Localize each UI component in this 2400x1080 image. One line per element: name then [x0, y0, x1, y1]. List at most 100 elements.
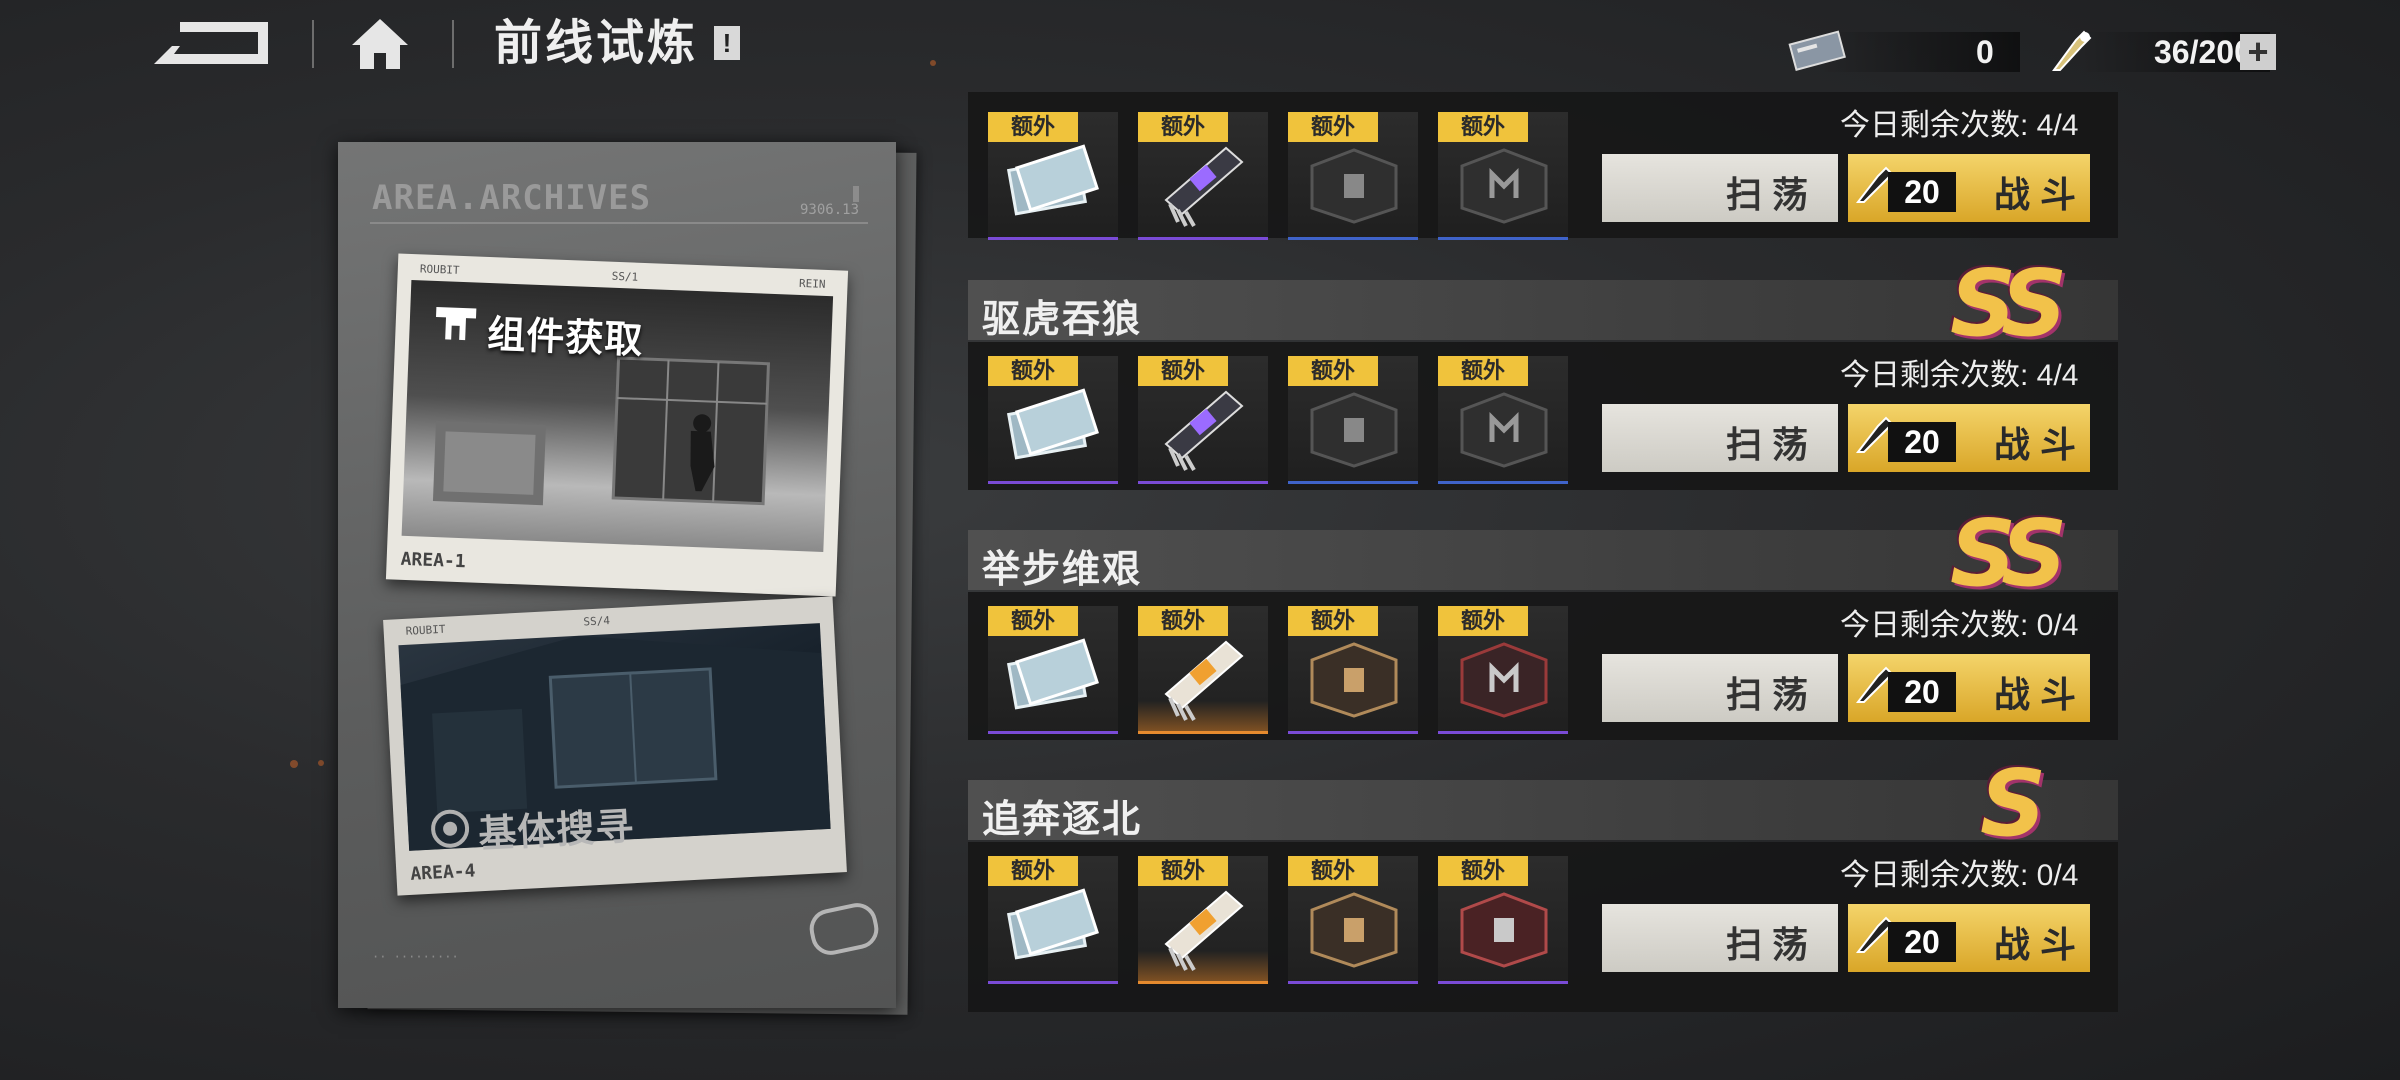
stamina-cost: 20	[1888, 672, 1956, 712]
extra-tag: 额外	[988, 356, 1078, 386]
extra-tag: 额外	[1438, 356, 1528, 386]
reward-item[interactable]: 额外	[988, 356, 1118, 484]
card-area-code: AREA-1	[400, 548, 467, 573]
rarity-bar	[1288, 981, 1418, 984]
stamina-resource: 36/200	[2040, 24, 2270, 80]
ticket-resource: 0	[1780, 24, 2040, 80]
remaining-attempts: 今日剩余次数: 0/4	[1840, 859, 2079, 892]
rarity-bar	[1138, 237, 1268, 240]
reward-item[interactable]: 额外	[1138, 606, 1268, 734]
folder-code-tag	[853, 186, 860, 202]
extra-tag: 额外	[1138, 356, 1228, 386]
rarity-bar	[988, 481, 1118, 484]
rank-badge: S	[1980, 750, 2046, 857]
folder-footer-text: ·· ·········	[372, 950, 459, 964]
card-area-code: AREA-4	[409, 860, 476, 885]
home-icon[interactable]	[350, 15, 410, 73]
extra-tag: 额外	[1438, 112, 1528, 142]
data-cards-icon	[1006, 388, 1099, 460]
add-stamina-button[interactable]: +	[2240, 34, 2276, 70]
red-crate-icon	[1460, 892, 1548, 968]
card-corner-text: SS/1	[611, 269, 639, 284]
reward-item[interactable]: 额外	[1138, 112, 1268, 240]
sweep-label: 扫荡	[1725, 674, 1818, 715]
reward-item[interactable]: 额外	[1138, 356, 1268, 484]
card-corner-text: ROUBIT	[419, 262, 460, 277]
rarity-bar	[1288, 731, 1418, 734]
top-bar: 前线试炼 ! 0 36/200 +	[0, 0, 2400, 90]
extra-tag: 额外	[1138, 606, 1228, 636]
ticket-icon	[1788, 30, 1846, 71]
sweep-button[interactable]: 扫荡	[1602, 904, 1838, 972]
rarity-bar	[1438, 731, 1568, 734]
rarity-bar	[1288, 237, 1418, 240]
card-label: 组件获取	[486, 313, 645, 362]
matrix-search-card[interactable]: ROUBIT SS/4 基体搜寻 AREA-4	[383, 596, 847, 896]
rarity-bar	[1288, 481, 1418, 484]
folder-code: 9306.13	[800, 186, 860, 218]
reward-item[interactable]: 额外	[1438, 112, 1568, 240]
extra-tag: 额外	[1138, 856, 1228, 886]
sweep-button[interactable]: 扫荡	[1602, 154, 1838, 222]
rank-badge: SS	[1950, 250, 2067, 357]
target-scan-icon	[431, 809, 470, 848]
reward-item[interactable]: 额外	[988, 606, 1118, 734]
ember-particle	[290, 760, 298, 768]
rarity-bar	[988, 731, 1118, 734]
rarity-bar	[988, 981, 1118, 984]
black-crate-m-icon	[1460, 392, 1548, 468]
fight-button[interactable]: 20 战斗	[1848, 904, 2090, 972]
ticket-count: 0	[1976, 34, 1994, 70]
remaining-attempts: 今日剩余次数: 4/4	[1840, 359, 2079, 392]
ember-particle	[318, 760, 324, 766]
card-corner-text: REIN	[798, 276, 826, 291]
reward-item[interactable]: 额外	[988, 856, 1118, 984]
stamina-cost: 20	[1888, 922, 1956, 962]
page-title: 前线试炼	[494, 17, 699, 70]
info-button[interactable]: !	[714, 26, 740, 60]
rarity-bar	[1138, 981, 1268, 984]
reward-item[interactable]: 额外	[988, 112, 1118, 240]
remaining-attempts: 今日剩余次数: 4/4	[1840, 109, 2079, 142]
fight-button[interactable]: 20 战斗	[1848, 154, 2090, 222]
sweep-button[interactable]: 扫荡	[1602, 654, 1838, 722]
data-cards-icon	[1006, 888, 1099, 960]
data-cards-icon	[1006, 144, 1099, 216]
reward-item[interactable]: 额外	[1138, 856, 1268, 984]
fight-label: 战斗	[1994, 174, 2087, 215]
card-label: 基体搜寻	[477, 806, 636, 857]
divider	[452, 20, 454, 68]
sweep-button[interactable]: 扫荡	[1602, 404, 1838, 472]
reward-item[interactable]: 额外	[1288, 606, 1418, 734]
reward-item[interactable]: 额外	[1438, 356, 1568, 484]
remaining-attempts: 今日剩余次数: 0/4	[1840, 609, 2079, 642]
reward-item[interactable]: 额外	[1438, 606, 1568, 734]
back-arrow-icon[interactable]	[150, 18, 275, 68]
reward-item[interactable]: 额外	[1288, 112, 1418, 240]
extra-tag: 额外	[1288, 112, 1378, 142]
extra-tag: 额外	[988, 856, 1078, 886]
extra-tag: 额外	[988, 606, 1078, 636]
orange-chip-icon	[1164, 890, 1244, 971]
extra-tag: 额外	[1288, 856, 1378, 886]
folder-divider	[370, 222, 868, 224]
stage-title-bar: 举步维艰	[968, 530, 2118, 591]
sweep-label: 扫荡	[1725, 424, 1818, 465]
rarity-bar	[1438, 481, 1568, 484]
bronze-crate-icon	[1310, 892, 1398, 968]
purple-chip-icon	[1164, 146, 1244, 227]
extra-tag: 额外	[988, 112, 1078, 142]
fight-button[interactable]: 20 战斗	[1848, 404, 2090, 472]
reward-item[interactable]: 额外	[1288, 356, 1418, 484]
fight-label: 战斗	[1994, 924, 2087, 965]
red-crate-m-icon	[1460, 642, 1548, 718]
extra-tag: 额外	[1288, 606, 1378, 636]
folder-title: AREA.ARCHIVES	[372, 178, 652, 218]
component-acquire-card[interactable]: ROUBIT SS/1 REIN 组件获取 AREA-1	[385, 253, 849, 597]
rank-badge: SS	[1950, 500, 2067, 607]
reward-item[interactable]: 额外	[1288, 856, 1418, 984]
reward-item[interactable]: 额外	[1438, 856, 1568, 984]
fight-button[interactable]: 20 战斗	[1848, 654, 2090, 722]
purple-chip-icon	[1164, 390, 1244, 471]
fight-label: 战斗	[1994, 674, 2087, 715]
